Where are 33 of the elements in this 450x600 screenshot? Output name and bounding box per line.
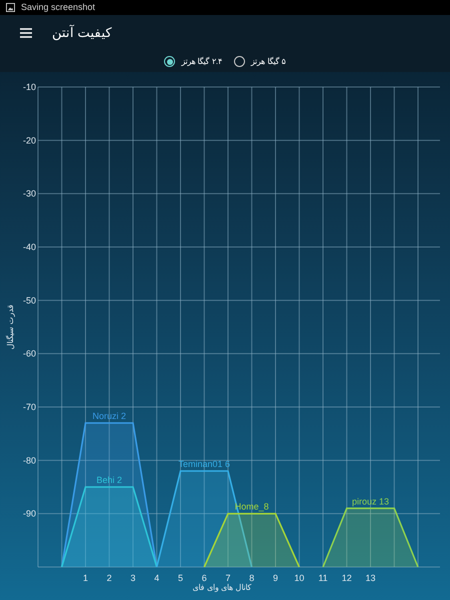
network-label: pirouz 13 (352, 496, 390, 506)
y-tick-label: -80 (22, 455, 36, 466)
y-tick-label: -90 (22, 508, 36, 519)
x-tick-label: 1 (83, 573, 88, 583)
x-tick-label: 12 (342, 573, 352, 583)
y-tick-label: -70 (22, 402, 36, 412)
x-tick-label: 9 (273, 573, 278, 583)
menu-icon[interactable] (20, 28, 32, 38)
x-tick-label: 6 (202, 573, 207, 583)
x-tick-label: 5 (178, 573, 183, 583)
y-tick-label: -40 (22, 242, 36, 252)
x-axis-title: کانال های وای فای (192, 583, 252, 592)
x-tick-label: 13 (366, 573, 376, 583)
y-tick-label: -20 (22, 135, 36, 146)
band-radio[interactable]: ۵ گیگا هرتز (234, 56, 286, 68)
band-radio[interactable]: ۲.۴ گیگا هرتز (164, 56, 222, 68)
y-tick-label: -50 (22, 295, 36, 306)
x-tick-label: 3 (130, 573, 136, 583)
network-label: Noruzi 2 (92, 411, 126, 421)
y-axis-title: قدرت سیگنال (6, 304, 15, 350)
x-tick-label: 2 (106, 573, 112, 583)
status-text: Saving screenshot (21, 0, 96, 14)
x-tick-label: 8 (249, 573, 254, 583)
y-tick-label: -30 (22, 188, 36, 199)
y-tick-label: -10 (22, 82, 36, 92)
x-tick-label: 7 (226, 573, 230, 583)
screen-title: کیفیت آنتن (52, 24, 112, 42)
y-tick-label: -60 (22, 348, 36, 359)
x-tick-label: 10 (294, 573, 304, 583)
x-tick-label: 4 (154, 573, 160, 583)
image-icon (6, 3, 15, 12)
network-label: Behi 2 (96, 475, 122, 485)
x-tick-label: 11 (318, 573, 328, 583)
